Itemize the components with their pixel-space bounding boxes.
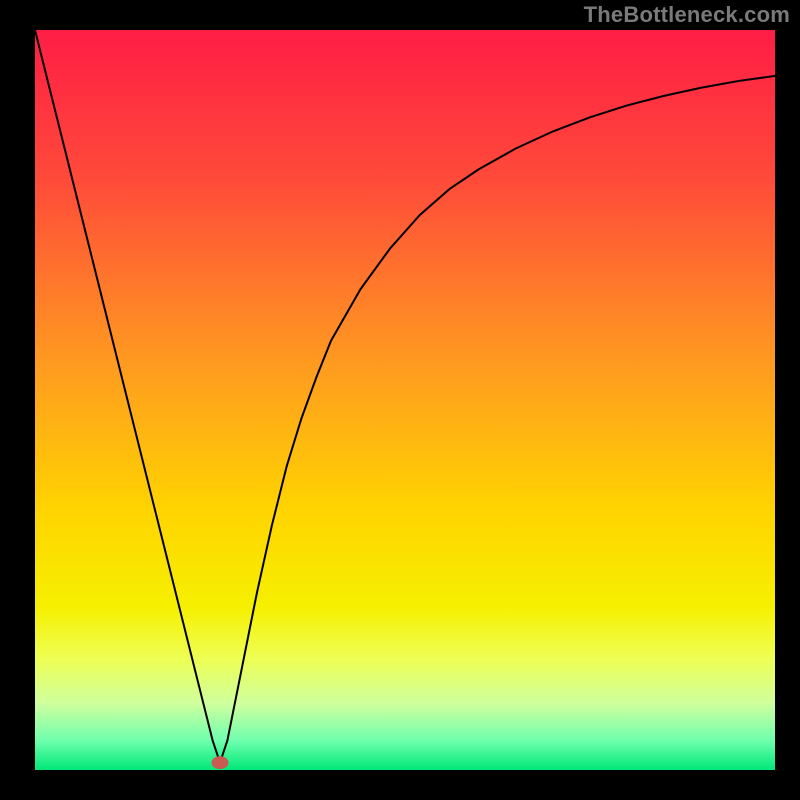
plot-area bbox=[35, 30, 775, 770]
chart-frame: TheBottleneck.com bbox=[0, 0, 800, 800]
gradient-rect bbox=[35, 30, 775, 770]
chart-svg bbox=[35, 30, 775, 770]
watermark-text: TheBottleneck.com bbox=[584, 2, 790, 28]
minimum-marker bbox=[212, 757, 228, 769]
